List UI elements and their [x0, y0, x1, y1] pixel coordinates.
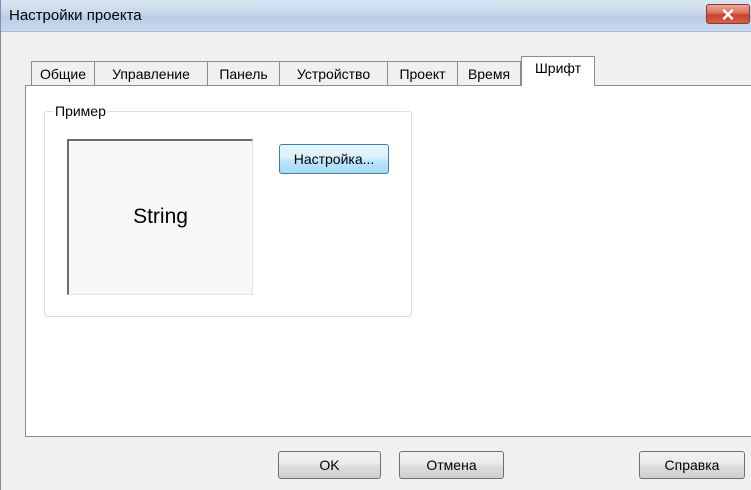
tab-time[interactable]: Время: [457, 61, 521, 85]
title-bar[interactable]: Настройки проекта: [1, 0, 751, 32]
ok-button[interactable]: OK: [278, 451, 381, 479]
project-settings-dialog: Настройки проекта Общие Управление Панел…: [0, 0, 751, 490]
tab-device[interactable]: Устройство: [279, 61, 388, 85]
tab-label: Устройство: [296, 65, 371, 82]
tab-project[interactable]: Проект: [387, 61, 458, 85]
close-button[interactable]: [706, 4, 750, 24]
tab-label: Управление: [112, 65, 190, 82]
close-icon: [722, 8, 734, 20]
tab-font[interactable]: Шрифт: [521, 56, 595, 86]
font-preview-text: String: [133, 205, 188, 228]
tab-label: Проект: [399, 65, 446, 82]
font-settings-label: Настройка...: [293, 151, 375, 167]
cancel-button[interactable]: Отмена: [399, 451, 504, 479]
font-tab-panel: Пример String Настройка...: [25, 85, 751, 437]
tab-panel[interactable]: Панель: [207, 61, 280, 85]
tab-label: Общие: [39, 65, 87, 82]
tab-general[interactable]: Общие: [31, 61, 95, 85]
help-button[interactable]: Справка: [639, 451, 745, 479]
ok-button-label: OK: [319, 457, 340, 473]
cancel-button-label: Отмена: [426, 457, 477, 473]
tab-label: Панель: [219, 65, 268, 82]
tab-label: Шрифт: [534, 60, 582, 76]
tab-control[interactable]: Управление: [94, 61, 208, 85]
font-settings-button[interactable]: Настройка...: [279, 144, 389, 174]
sample-group-label: Пример: [53, 103, 108, 119]
window-title: Настройки проекта: [9, 7, 142, 24]
font-preview-box: String: [67, 139, 253, 295]
sample-groupbox: Пример String Настройка...: [44, 103, 412, 317]
help-button-label: Справка: [664, 457, 720, 473]
tab-label: Время: [467, 65, 511, 82]
